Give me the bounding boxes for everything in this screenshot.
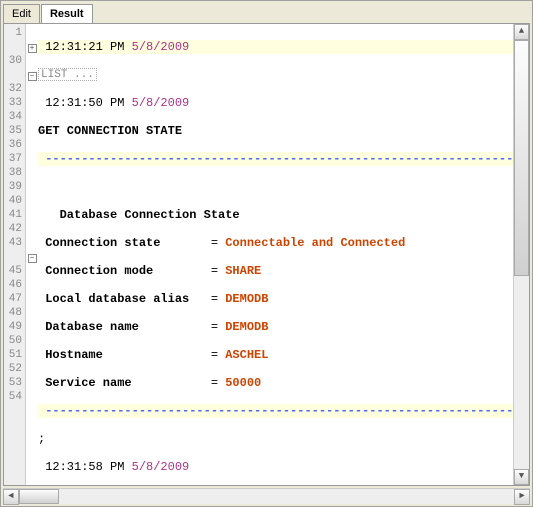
horizontal-scrollbar[interactable]: ◄ ► [3,488,530,504]
separator-line: ----------------------------------------… [38,404,513,418]
scroll-down-button[interactable]: ▼ [514,469,529,485]
field-value: SHARE [225,264,261,278]
line-number: 43 [4,236,25,250]
separator-line: ----------------------------------------… [38,152,513,166]
line-number: 47 [4,292,25,306]
field-value: DEMODB [225,320,268,334]
field-label: Hostname [38,348,211,362]
fold-expand-icon[interactable]: + [28,44,37,53]
line-number: 37 [4,152,25,166]
field-value: DEMODB [225,292,268,306]
line-number: 34 [4,110,25,124]
timestamp-time: 12:31:50 PM [45,96,124,110]
content-frame: 1 30 32 33 34 35 36 37 38 39 40 41 42 43… [3,23,530,486]
line-number: 42 [4,222,25,236]
line-number: 52 [4,362,25,376]
scroll-up-button[interactable]: ▲ [514,24,529,40]
field-label: Service name [38,376,211,390]
field-label: Connection mode [38,264,211,278]
line-number: 51 [4,348,25,362]
line-number: 30 [4,54,25,68]
semicolon-line: ; [38,432,513,446]
line-number: 48 [4,306,25,320]
line-number: 54 [4,390,25,404]
line-number: 32 [4,82,25,96]
field-value: 50000 [225,376,261,390]
timestamp-time: 12:31:58 PM [45,460,124,474]
line-number [4,250,25,264]
section-title: Database Connection State [38,208,513,222]
line-number: 49 [4,320,25,334]
tab-edit[interactable]: Edit [3,4,40,24]
field-value: Connectable and Connected [225,236,405,250]
line-number-gutter: 1 30 32 33 34 35 36 37 38 39 40 41 42 43… [4,24,26,485]
results-window: Edit Result 1 30 32 33 34 35 36 37 38 39… [0,0,533,507]
line-number: 35 [4,124,25,138]
command-text: GET CONNECTION STATE [38,124,182,138]
line-number: 36 [4,138,25,152]
line-number: 33 [4,96,25,110]
line-number [4,68,25,82]
line-number: 46 [4,278,25,292]
line-number: 45 [4,264,25,278]
timestamp-date: 5/8/2009 [132,460,190,474]
fold-collapse-icon[interactable]: − [28,254,37,263]
scroll-track[interactable] [19,489,514,504]
field-label: Database name [38,320,211,334]
timestamp-time: 12:31:21 PM [45,40,124,54]
timestamp-date: 5/8/2009 [132,40,190,54]
scroll-track[interactable] [514,40,529,469]
field-label: Connection state [38,236,211,250]
line-number: 39 [4,180,25,194]
scroll-left-button[interactable]: ◄ [3,489,19,505]
line-number: 53 [4,376,25,390]
timestamp-date: 5/8/2009 [132,96,190,110]
line-number: 50 [4,334,25,348]
scroll-thumb[interactable] [19,489,59,504]
line-number: 40 [4,194,25,208]
collapsed-list-placeholder[interactable]: LIST ... [38,68,97,81]
field-value: ASCHEL [225,348,268,362]
field-label: Local database alias [38,292,211,306]
line-number: 38 [4,166,25,180]
fold-gutter: + − − [26,24,38,485]
tab-bar: Edit Result [1,1,532,23]
scroll-right-button[interactable]: ► [514,489,530,505]
tab-result[interactable]: Result [41,4,93,24]
result-editor[interactable]: 12:31:21 PM 5/8/2009 LIST ... 12:31:50 P… [38,24,513,485]
vertical-scrollbar[interactable]: ▲ ▼ [513,24,529,485]
line-number [4,40,25,54]
scroll-thumb[interactable] [514,40,529,276]
fold-collapse-icon[interactable]: − [28,72,37,81]
line-number: 1 [4,26,25,40]
line-number: 41 [4,208,25,222]
